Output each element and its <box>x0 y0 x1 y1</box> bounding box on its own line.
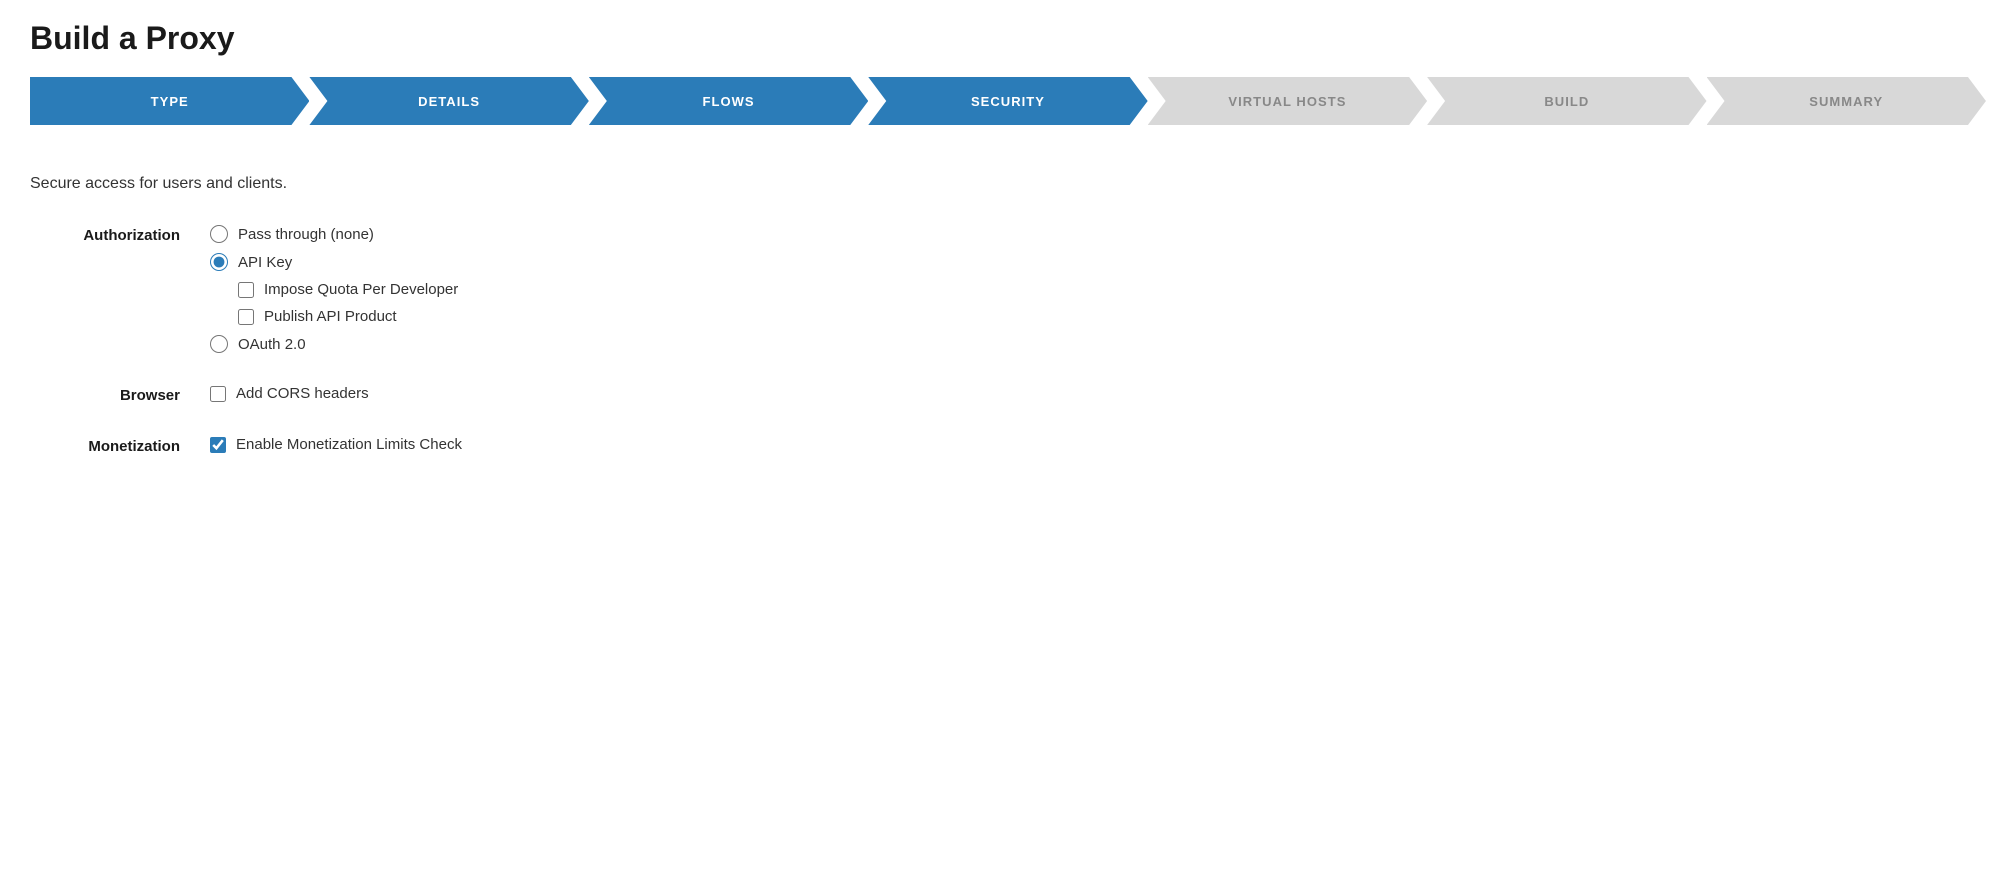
authorization-row: Authorization Pass through (none) API Ke… <box>30 225 1986 353</box>
browser-label: Browser <box>30 385 210 404</box>
api-key-label: API Key <box>238 254 292 271</box>
monetization-limits-label: Enable Monetization Limits Check <box>236 436 462 453</box>
publish-api-option[interactable]: Publish API Product <box>238 308 458 325</box>
step-summary[interactable]: SUMMARY <box>1707 77 1986 125</box>
authorization-label: Authorization <box>30 225 210 244</box>
impose-quota-option[interactable]: Impose Quota Per Developer <box>238 281 458 298</box>
cors-headers-label: Add CORS headers <box>236 385 369 402</box>
impose-quota-checkbox[interactable] <box>238 282 254 298</box>
oauth2-radio[interactable] <box>210 335 228 353</box>
api-key-option[interactable]: API Key <box>210 253 458 271</box>
oauth2-label: OAuth 2.0 <box>238 336 306 353</box>
monetization-label: Monetization <box>30 436 210 455</box>
cors-headers-checkbox[interactable] <box>210 386 226 402</box>
pass-through-label: Pass through (none) <box>238 226 374 243</box>
authorization-controls: Pass through (none) API Key Impose Quota… <box>210 225 458 353</box>
publish-api-label: Publish API Product <box>264 308 397 325</box>
step-virtual-hosts[interactable]: VIRTUAL HOSTS <box>1148 77 1427 125</box>
monetization-limits-option[interactable]: Enable Monetization Limits Check <box>210 436 462 453</box>
page-title: Build a Proxy <box>30 20 1986 57</box>
monetization-row: Monetization Enable Monetization Limits … <box>30 436 1986 455</box>
pass-through-radio[interactable] <box>210 225 228 243</box>
step-security[interactable]: SECURITY <box>868 77 1147 125</box>
api-key-radio[interactable] <box>210 253 228 271</box>
main-content: Secure access for users and clients. Aut… <box>30 165 1986 465</box>
pass-through-option[interactable]: Pass through (none) <box>210 225 458 243</box>
monetization-limits-checkbox[interactable] <box>210 437 226 453</box>
form-section: Authorization Pass through (none) API Ke… <box>30 225 1986 455</box>
section-description: Secure access for users and clients. <box>30 175 1986 193</box>
step-flows[interactable]: FLOWS <box>589 77 868 125</box>
steps-breadcrumb: TYPE DETAILS FLOWS SECURITY VIRTUAL HOST… <box>30 77 1986 125</box>
oauth2-option[interactable]: OAuth 2.0 <box>210 335 458 353</box>
publish-api-checkbox[interactable] <box>238 309 254 325</box>
browser-row: Browser Add CORS headers <box>30 385 1986 404</box>
step-type[interactable]: TYPE <box>30 77 309 125</box>
browser-controls: Add CORS headers <box>210 385 369 402</box>
cors-headers-option[interactable]: Add CORS headers <box>210 385 369 402</box>
monetization-controls: Enable Monetization Limits Check <box>210 436 462 453</box>
step-build[interactable]: BUILD <box>1427 77 1706 125</box>
impose-quota-label: Impose Quota Per Developer <box>264 281 458 298</box>
step-details[interactable]: DETAILS <box>309 77 588 125</box>
